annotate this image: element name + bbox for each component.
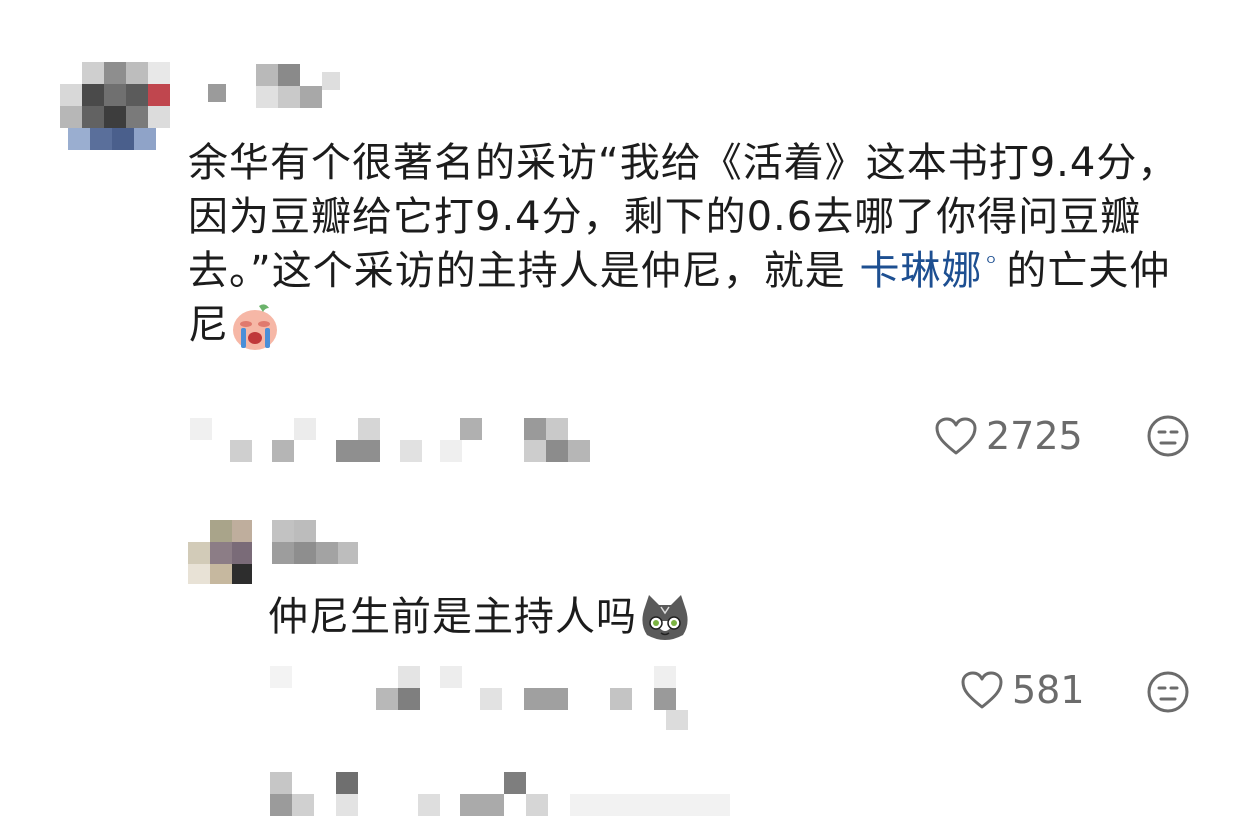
comment-text: 余华有个很著名的采访“我给《活着》这本书打9.4分，因为豆瓣给它打9.4分，剩下… (188, 136, 1198, 352)
like-button[interactable]: 2725 (934, 414, 1083, 458)
heart-icon (935, 417, 977, 455)
username[interactable] (208, 64, 348, 108)
cat-face-emoji (642, 595, 688, 640)
next-reply-preview (190, 772, 760, 816)
heart-icon (961, 671, 1003, 709)
search-icon[interactable]: ᴼ (986, 244, 996, 284)
reply-like-button[interactable]: 581 (960, 668, 1085, 712)
reply-username[interactable] (272, 520, 362, 564)
reply-meta (270, 666, 700, 732)
mention-link[interactable]: 卡琳娜 (859, 248, 982, 294)
dislike-face-icon[interactable] (1146, 414, 1190, 458)
avatar[interactable] (60, 62, 170, 158)
reply-dislike-face-icon[interactable] (1146, 670, 1190, 714)
like-count: 2725 (986, 414, 1083, 458)
reply-like-count: 581 (1012, 668, 1085, 712)
crying-face-emoji (233, 304, 277, 350)
comment-meta (190, 418, 610, 462)
reply-text-body: 仲尼生前是主持人吗 (268, 594, 637, 640)
reply-avatar[interactable] (188, 520, 252, 584)
reply-text: 仲尼生前是主持人吗 (268, 590, 968, 645)
